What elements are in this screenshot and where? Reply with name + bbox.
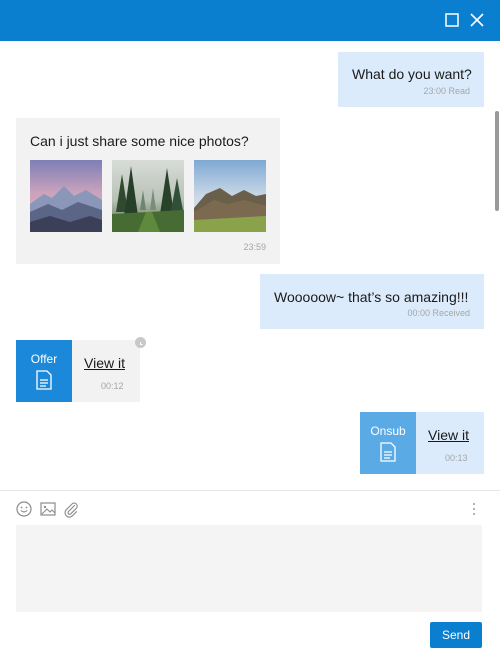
- message-meta: 23:00 Read: [423, 86, 470, 96]
- file-card-onsub[interactable]: Onsub: [360, 412, 416, 474]
- message-outgoing: Wooooow~ that’s so amazing!!! 00:00 Rece…: [260, 274, 484, 329]
- image-icon[interactable]: [39, 500, 57, 518]
- message-incoming: View it 00:12: [72, 340, 140, 402]
- message-outgoing: View it 00:13: [416, 412, 484, 474]
- file-card-title: Offer: [30, 352, 58, 366]
- send-button[interactable]: Send: [430, 622, 482, 648]
- file-card-offer[interactable]: Offer: [16, 340, 72, 402]
- attach-icon[interactable]: [62, 500, 80, 518]
- message-text: Wooooow~ that’s so amazing!!!: [274, 289, 469, 305]
- message-meta: 00:13: [445, 453, 468, 463]
- message-incoming: Can i just share some nice photos? 23:59: [16, 118, 280, 264]
- clock-icon: [135, 337, 146, 348]
- message-meta: 23:59: [243, 242, 266, 252]
- scrollbar-thumb[interactable]: [495, 111, 499, 211]
- more-vertical-icon[interactable]: [465, 500, 483, 518]
- title-bar: [0, 0, 500, 41]
- document-icon: [380, 442, 396, 462]
- message-input[interactable]: [16, 525, 482, 612]
- photo-green-hills[interactable]: [194, 160, 266, 232]
- composer-divider: [0, 490, 500, 491]
- message-text: What do you want?: [352, 66, 472, 82]
- view-it-link[interactable]: View it: [428, 427, 469, 443]
- message-meta: 00:12: [101, 381, 124, 391]
- close-icon[interactable]: [469, 12, 485, 28]
- maximize-icon[interactable]: [444, 12, 460, 28]
- message-list[interactable]: What do you want? 23:00 Read Can i just …: [0, 41, 500, 490]
- message-text: Can i just share some nice photos?: [30, 133, 249, 149]
- emoji-icon[interactable]: [15, 500, 33, 518]
- document-icon: [36, 370, 52, 390]
- photo-misty-forest[interactable]: [112, 160, 184, 232]
- message-meta: 00:00 Received: [407, 308, 470, 318]
- view-it-link[interactable]: View it: [84, 355, 125, 371]
- photo-mountain-sunset[interactable]: [30, 160, 102, 232]
- message-outgoing: What do you want? 23:00 Read: [338, 52, 484, 107]
- file-card-title: Onsub: [370, 424, 406, 438]
